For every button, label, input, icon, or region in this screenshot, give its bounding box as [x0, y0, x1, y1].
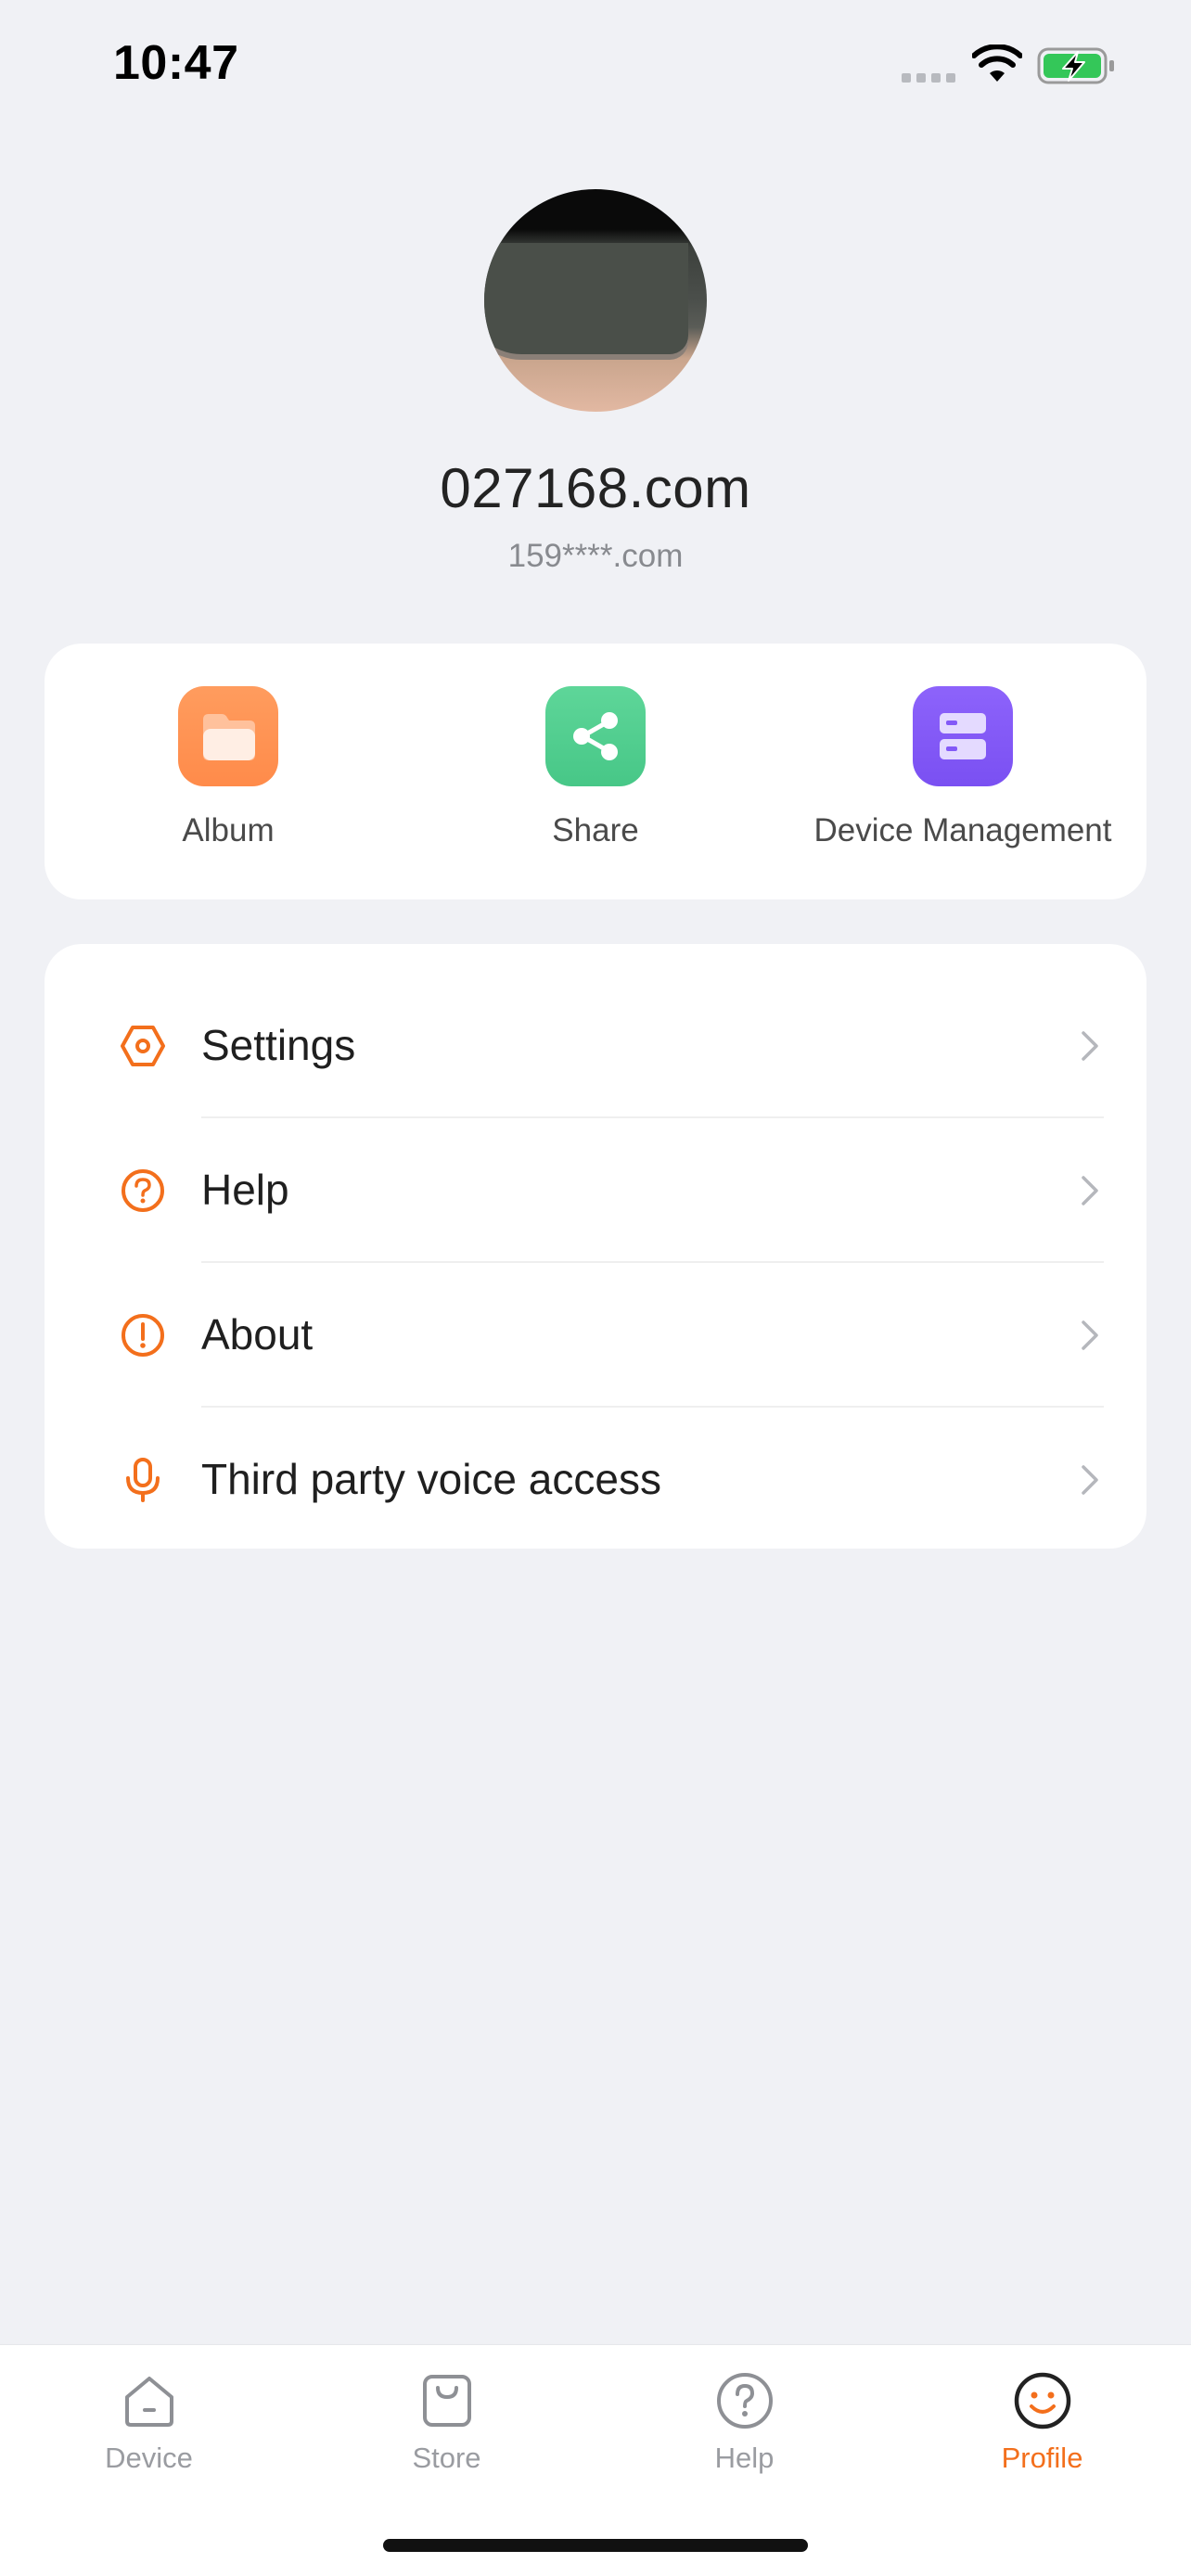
- tab-device[interactable]: Device: [0, 2369, 298, 2475]
- menu-item-about[interactable]: About: [45, 1263, 1146, 1408]
- smiley-face-icon: [1014, 2372, 1070, 2429]
- album-shortcut[interactable]: Album: [45, 686, 412, 849]
- chevron-right-icon: [1082, 1031, 1098, 1061]
- profile-screen: 10:47 027168.com 159****.com Album Share…: [0, 0, 1191, 2576]
- settings-hexagon-icon: [121, 1026, 165, 1066]
- chevron-right-icon: [1082, 1176, 1098, 1205]
- album-label: Album: [182, 812, 275, 848]
- home-icon: [124, 2377, 173, 2427]
- status-bar: 10:47: [0, 0, 1191, 130]
- help-circle-icon: [122, 1169, 164, 1212]
- shortcuts-card: Album Share Device Management: [45, 644, 1146, 899]
- device-management-label: Device Management: [813, 812, 1112, 848]
- menu-item-third-party-voice-access[interactable]: Third party voice access: [45, 1408, 1146, 1552]
- menu-label-settings: Settings: [201, 1021, 356, 1069]
- share-shortcut[interactable]: Share: [412, 686, 779, 849]
- server-icon: [913, 686, 1013, 786]
- avatar[interactable]: [484, 189, 707, 412]
- status-time: 10:47: [113, 36, 239, 90]
- folder-icon: [178, 686, 278, 786]
- menu-label-third-party-voice-access: Third party voice access: [201, 1455, 661, 1503]
- tab-label-help: Help: [714, 2442, 775, 2474]
- wifi-icon: [972, 45, 1022, 82]
- help-circle-icon: [716, 2373, 773, 2429]
- info-exclamation-icon: [122, 1314, 164, 1357]
- tab-label-device: Device: [105, 2442, 193, 2474]
- share-icon: [545, 686, 646, 786]
- battery-charging-icon: [1037, 47, 1114, 84]
- user-email: 159****.com: [507, 538, 684, 574]
- microphone-icon: [126, 1458, 160, 1502]
- menu-item-help[interactable]: Help: [45, 1118, 1146, 1263]
- device-management-shortcut[interactable]: Device Management: [779, 686, 1146, 849]
- tab-label-profile: Profile: [1001, 2442, 1083, 2474]
- chevron-right-icon: [1082, 1320, 1098, 1350]
- cellular-signal-icon: [902, 73, 957, 83]
- menu-item-settings[interactable]: Settings: [45, 974, 1146, 1118]
- share-label: Share: [552, 812, 639, 848]
- shopping-bag-icon: [422, 2375, 471, 2427]
- user-name: 027168.com: [440, 457, 751, 519]
- menu-card: Settings Help About Third party voice ac…: [45, 944, 1146, 1549]
- tab-help[interactable]: Help: [596, 2369, 893, 2475]
- chevron-right-icon: [1082, 1465, 1098, 1495]
- home-indicator[interactable]: [383, 2539, 808, 2552]
- tab-label-store: Store: [412, 2442, 481, 2474]
- tab-profile[interactable]: Profile: [893, 2369, 1191, 2475]
- menu-label-about: About: [201, 1310, 314, 1358]
- tab-store[interactable]: Store: [298, 2369, 596, 2475]
- menu-label-help: Help: [201, 1166, 289, 1214]
